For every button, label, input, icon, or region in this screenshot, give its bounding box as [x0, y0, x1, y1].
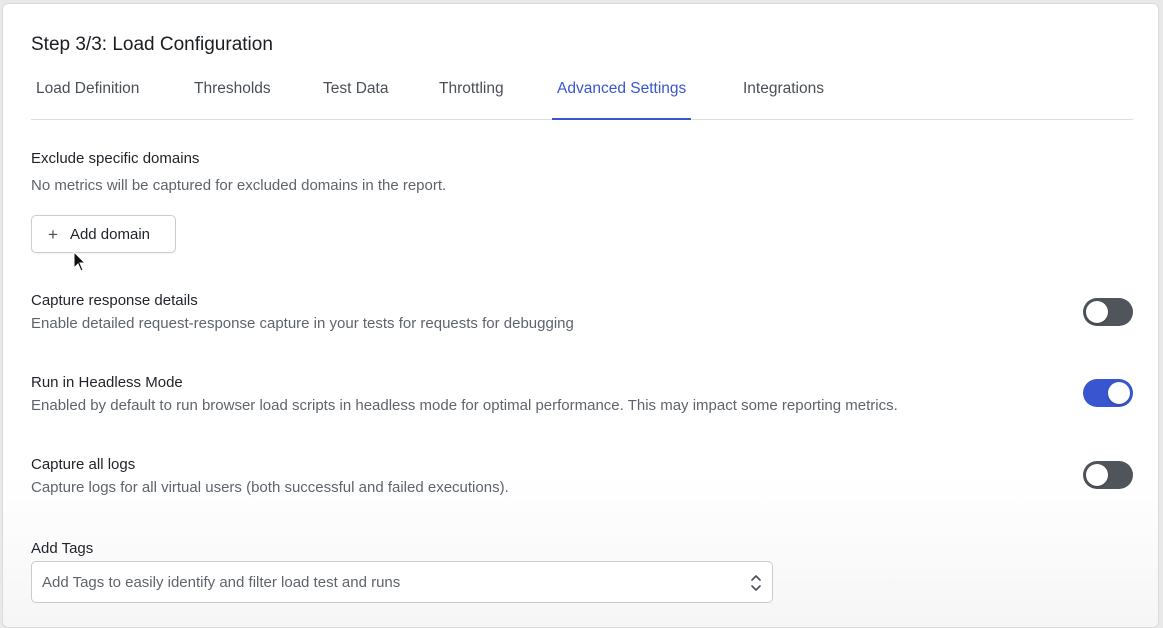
- headless-mode-title: Run in Headless Mode: [31, 374, 183, 391]
- tab-thresholds[interactable]: Thresholds: [189, 80, 276, 120]
- capture-logs-description: Capture logs for all virtual users (both…: [31, 479, 509, 496]
- capture-logs-toggle[interactable]: [1083, 461, 1133, 489]
- tab-load-definition[interactable]: Load Definition: [31, 80, 144, 120]
- capture-response-title: Capture response details: [31, 292, 198, 309]
- tags-select[interactable]: Add Tags to easily identify and filter l…: [31, 561, 773, 603]
- mouse-cursor-icon: [73, 251, 87, 272]
- toggle-knob: [1086, 464, 1108, 486]
- add-domain-button[interactable]: + Add domain: [31, 215, 176, 253]
- page-title: Step 3/3: Load Configuration: [31, 34, 273, 55]
- add-tags-title: Add Tags: [31, 540, 94, 557]
- add-domain-label: Add domain: [69, 225, 150, 243]
- tags-placeholder: Add Tags to easily identify and filter l…: [42, 573, 401, 591]
- capture-response-description: Enable detailed request-response capture…: [31, 315, 574, 332]
- headless-mode-toggle[interactable]: [1083, 379, 1133, 407]
- tab-throttling[interactable]: Throttling: [434, 80, 509, 120]
- exclude-domains-description: No metrics will be captured for excluded…: [31, 177, 447, 194]
- capture-logs-title: Capture all logs: [31, 456, 136, 473]
- headless-mode-description: Enabled by default to run browser load s…: [31, 397, 898, 414]
- tab-integrations[interactable]: Integrations: [738, 80, 829, 120]
- tab-test-data[interactable]: Test Data: [318, 80, 393, 120]
- toggle-knob: [1086, 301, 1108, 323]
- capture-response-toggle[interactable]: [1083, 298, 1133, 326]
- exclude-domains-title: Exclude specific domains: [31, 150, 200, 167]
- tab-bar: Load Definition Thresholds Test Data Thr…: [31, 76, 1133, 120]
- chevron-up-down-icon: [751, 575, 761, 591]
- toggle-knob: [1108, 382, 1130, 404]
- plus-icon: +: [48, 224, 58, 244]
- tab-advanced-settings[interactable]: Advanced Settings: [552, 80, 692, 120]
- configuration-panel: Step 3/3: Load Configuration Load Defini…: [2, 3, 1159, 628]
